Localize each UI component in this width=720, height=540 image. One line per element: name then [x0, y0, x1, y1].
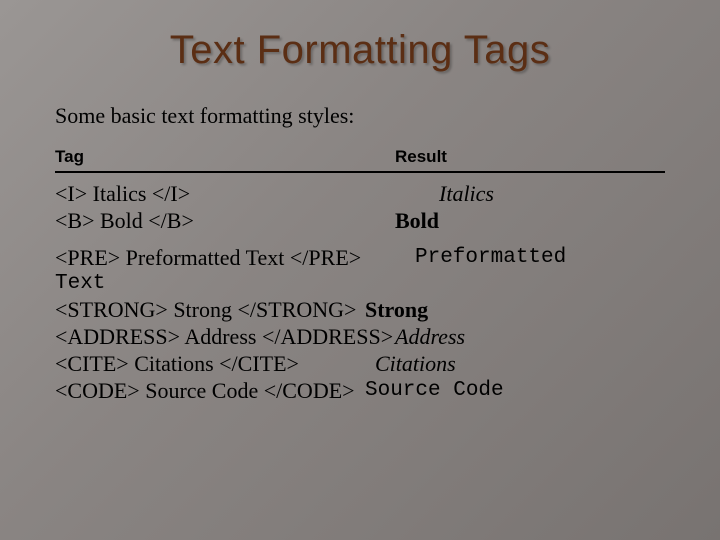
cell-tag-pre: <PRE> Preformatted Text </PRE> [55, 245, 415, 272]
table-row: <I> Italics </I> Italics [55, 181, 665, 208]
cell-tag-code: <CODE> Source Code </CODE> [55, 378, 365, 405]
cell-tag-strong: <STRONG> Strong </STRONG> [55, 297, 365, 324]
cell-tag-italics: <I> Italics </I> [55, 181, 395, 208]
spacer [55, 235, 665, 245]
cell-result-bold: Bold [395, 208, 665, 235]
table-row: <ADDRESS> Address </ADDRESS> Address [55, 324, 665, 351]
header-result: Result [395, 147, 665, 167]
slide: Text Formatting Tags Some basic text for… [0, 0, 720, 540]
table-row: <PRE> Preformatted Text </PRE> Preformat… [55, 245, 665, 272]
table-row: Text [55, 271, 665, 297]
cell-result-italics: Italics [395, 181, 665, 208]
table-row: <CODE> Source Code </CODE> Source Code [55, 378, 665, 405]
cell-result-pre: Preformatted [415, 245, 665, 272]
table-row: <STRONG> Strong </STRONG> Strong [55, 297, 665, 324]
intro-text: Some basic text formatting styles: [55, 103, 665, 129]
cell-tag-address: <ADDRESS> Address </ADDRESS> [55, 324, 395, 351]
cell-result-cite: Citations [375, 351, 665, 378]
italics-text: Italics [439, 181, 494, 206]
cell-result-address: Address [395, 324, 665, 351]
cell-result-code: Source Code [365, 378, 665, 405]
cell-tag-bold: <B> Bold </B> [55, 208, 395, 235]
cell-tag-cite: <CITE> Citations </CITE> [55, 351, 375, 378]
formatting-table: <I> Italics </I> Italics <B> Bold </B> B… [55, 181, 665, 404]
table-row: <B> Bold </B> Bold [55, 208, 665, 235]
table-header-row: Tag Result [55, 147, 665, 173]
slide-title: Text Formatting Tags [55, 28, 665, 73]
header-tag: Tag [55, 147, 395, 167]
cell-result-strong: Strong [365, 297, 665, 324]
cell-result-pre-wrap: Text [55, 271, 665, 297]
table-row: <CITE> Citations </CITE> Citations [55, 351, 665, 378]
